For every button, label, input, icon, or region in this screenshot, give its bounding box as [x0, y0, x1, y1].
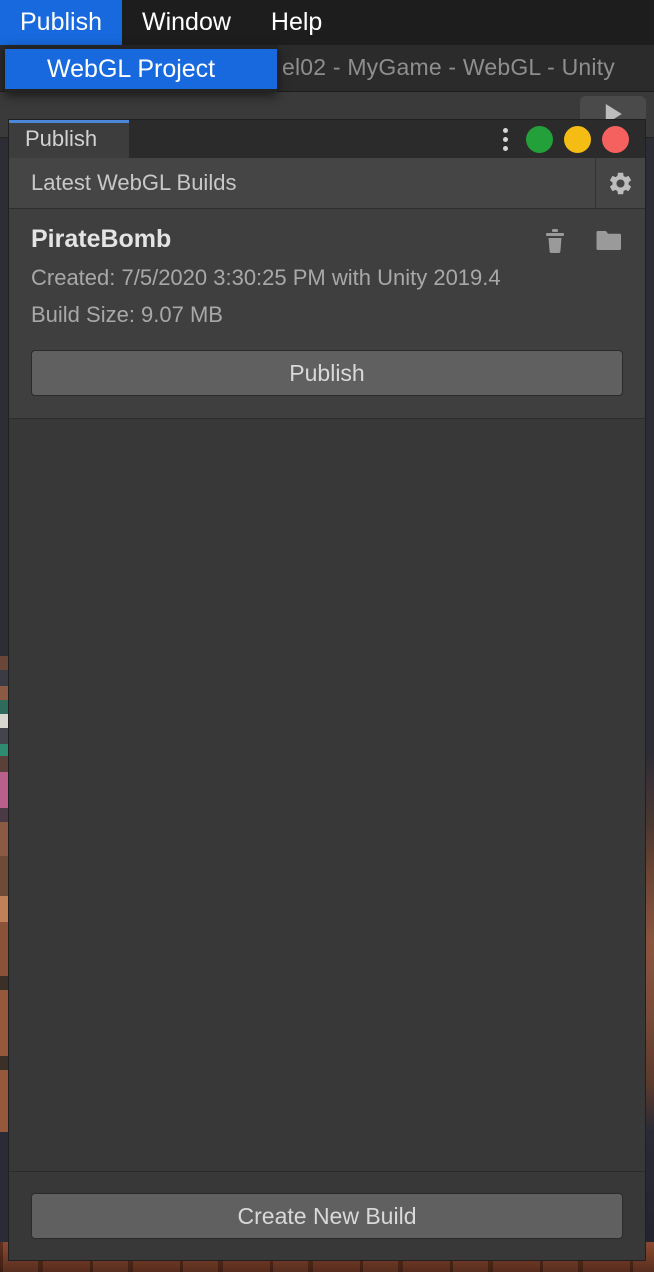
settings-button[interactable] — [595, 157, 645, 209]
menu-item-window[interactable]: Window — [122, 0, 251, 45]
screen-root: el02 - MyGame - WebGL - Unity Publish La… — [0, 0, 654, 1272]
publish-window-tabstrip: Publish — [9, 120, 645, 158]
build-card: PirateBomb Created: 7/5/2020 3:30:25 PM … — [9, 209, 645, 419]
folder-icon[interactable] — [595, 229, 623, 253]
latest-builds-title: Latest WebGL Builds — [31, 170, 237, 195]
menu-item-window-label: Window — [142, 8, 231, 36]
kebab-menu-icon[interactable] — [495, 126, 515, 152]
menu-dropdown-item-webgl-project-label: WebGL Project — [47, 54, 216, 83]
minimize-button[interactable] — [526, 125, 553, 153]
create-new-build-button[interactable]: Create New Build — [31, 1193, 623, 1239]
window-controls — [495, 120, 645, 158]
tab-publish[interactable]: Publish — [9, 120, 129, 158]
publish-menu-dropdown: WebGL Project — [5, 45, 277, 92]
builds-list-empty-area — [9, 419, 645, 1171]
build-card-header: PirateBomb — [31, 225, 623, 254]
create-new-build-label: Create New Build — [237, 1202, 417, 1229]
trash-icon[interactable] — [543, 228, 567, 254]
publish-button[interactable]: Publish — [31, 350, 623, 396]
menu-item-publish-label: Publish — [20, 8, 102, 36]
close-button[interactable] — [602, 125, 629, 153]
publish-window-footer: Create New Build — [9, 1171, 645, 1260]
application-menubar: Publish Window Help — [0, 0, 654, 45]
publish-window: Publish Latest WebGL Builds PirateBomb C… — [8, 119, 646, 1261]
build-name: PirateBomb — [31, 225, 172, 253]
publish-button-wrapper: Publish — [31, 350, 623, 396]
menu-item-help-label: Help — [270, 8, 323, 36]
gear-icon — [610, 172, 632, 194]
build-created-info: Created: 7/5/2020 3:30:25 PM with Unity … — [31, 265, 501, 290]
build-card-actions — [543, 225, 623, 254]
latest-builds-header: Latest WebGL Builds — [9, 157, 645, 209]
maximize-button[interactable] — [564, 125, 591, 153]
menu-item-help[interactable]: Help — [251, 0, 342, 45]
menu-dropdown-item-webgl-project[interactable]: WebGL Project — [5, 49, 277, 89]
menu-item-publish[interactable]: Publish — [0, 0, 122, 45]
build-size-info: Build Size: 9.07 MB — [31, 302, 223, 327]
tab-publish-label: Publish — [25, 126, 98, 151]
publish-button-label: Publish — [289, 359, 365, 386]
